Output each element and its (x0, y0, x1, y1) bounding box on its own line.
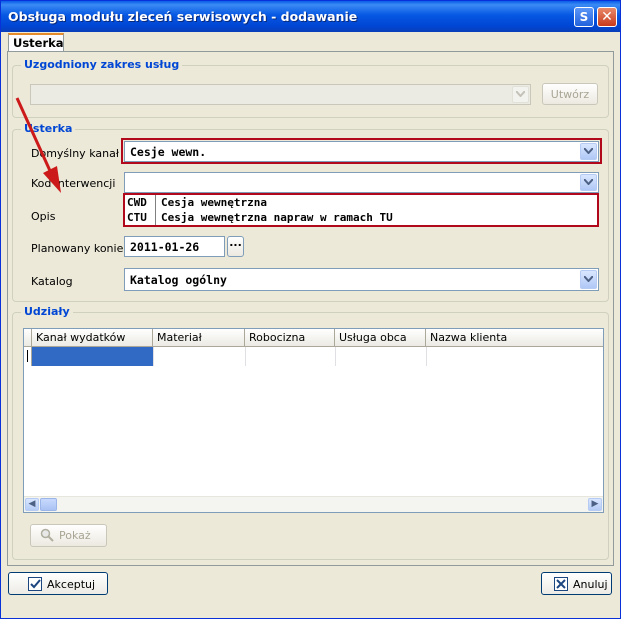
cross-icon (554, 577, 568, 591)
cell-divider (245, 347, 246, 366)
row-header-corner (24, 329, 32, 347)
window-title: Obsługa modułu zleceń serwisowych - doda… (8, 9, 358, 24)
date-picker-button[interactable]: ... (227, 236, 244, 257)
katalog-combo[interactable]: Katalog ogólny (124, 268, 599, 291)
accept-button[interactable]: Akceptuj (8, 572, 108, 595)
cancel-button-label: Anuluj (573, 578, 608, 591)
code-row[interactable]: CTU Cesja wewnętrzna napraw w ramach TU (127, 211, 393, 226)
column-header[interactable]: Robocizna (245, 329, 335, 347)
create-button[interactable]: Utwórz (542, 83, 598, 105)
close-button[interactable]: ✕ (597, 7, 617, 27)
kod-interwencji-label: Kod interwencji (31, 177, 116, 190)
show-button[interactable]: Pokaż (30, 524, 107, 547)
planowany-koniec-value: 2011-01-26 (130, 240, 200, 254)
codes-list: CWD Cesja wewnętrzna CTU Cesja wewnętrzna … (123, 193, 599, 227)
chevron-down-icon[interactable] (580, 143, 597, 160)
chevron-down-icon[interactable] (512, 86, 529, 103)
planowany-koniec-label: Planowany koniec (31, 242, 130, 255)
domyslny-kanal-combo[interactable]: Cesje wewn. (124, 141, 599, 162)
code-value: CWD (127, 196, 147, 209)
tab-usterka[interactable]: Usterka (8, 33, 64, 51)
cursor-icon (27, 350, 28, 362)
udzialy-table[interactable]: Kanał wydatków Materiał Robocizna Usługa… (23, 328, 604, 513)
column-header[interactable]: Materiał (153, 329, 245, 347)
accept-button-label: Akceptuj (47, 578, 96, 591)
scroll-thumb[interactable] (40, 498, 57, 511)
column-header[interactable]: Nazwa klienta (426, 329, 603, 347)
selected-cell[interactable] (32, 347, 153, 366)
code-name: Cesja wewnętrzna napraw w ramach TU (161, 211, 393, 224)
title-bar[interactable]: Obsługa modułu zleceń serwisowych - doda… (1, 1, 620, 32)
group-usterka: Usterka Domyślny kanał Cesje wewn. Kod i… (12, 122, 609, 302)
column-header[interactable]: Usługa obca (335, 329, 426, 347)
group-title-usterka: Usterka (21, 122, 76, 135)
horizontal-scrollbar[interactable]: ◀ ▶ (24, 496, 603, 512)
opis-label: Opis (31, 210, 56, 223)
code-value: CTU (127, 211, 147, 224)
katalog-value: Katalog ogólny (130, 273, 227, 287)
chevron-down-icon[interactable] (580, 174, 597, 191)
group-udzialy: Udziały Kanał wydatków Materiał Robocizn… (12, 305, 609, 560)
checkmark-icon (28, 577, 42, 591)
domyslny-kanal-label: Domyślny kanał (31, 147, 119, 160)
cell-divider (335, 347, 336, 366)
domyslny-kanal-value: Cesje wewn. (130, 145, 207, 159)
column-header[interactable]: Kanał wydatków (32, 329, 153, 347)
planowany-koniec-input[interactable]: 2011-01-26 (124, 236, 225, 257)
show-button-label: Pokaż (59, 529, 91, 542)
kod-interwencji-combo[interactable] (124, 172, 599, 193)
katalog-label: Katalog (31, 275, 73, 288)
help-button[interactable]: S (574, 7, 594, 27)
scroll-right-icon[interactable]: ▶ (588, 498, 602, 511)
cancel-button[interactable]: Anuluj (541, 572, 612, 595)
magnifier-icon (40, 528, 54, 542)
row-indicator (24, 347, 32, 366)
scroll-left-icon[interactable]: ◀ (25, 498, 39, 511)
group-title-udzialy: Udziały (21, 305, 73, 318)
dialog-window: Obsługa modułu zleceń serwisowych - doda… (0, 0, 621, 619)
group-uzgodniony: Uzgodniony zakres usług Utwórz (12, 58, 609, 118)
group-title-uzgodniony: Uzgodniony zakres usług (21, 58, 183, 71)
cell-divider (153, 347, 154, 366)
close-icon: ✕ (601, 9, 613, 25)
cell-divider (426, 347, 427, 366)
chevron-down-icon[interactable] (580, 270, 597, 289)
tab-panel: Uzgodniony zakres usług Utwórz Usterka D… (7, 51, 614, 566)
code-row[interactable]: CWD Cesja wewnętrzna (127, 196, 267, 211)
uzgodniony-combo[interactable] (30, 84, 531, 105)
code-name: Cesja wewnętrzna (161, 196, 267, 209)
